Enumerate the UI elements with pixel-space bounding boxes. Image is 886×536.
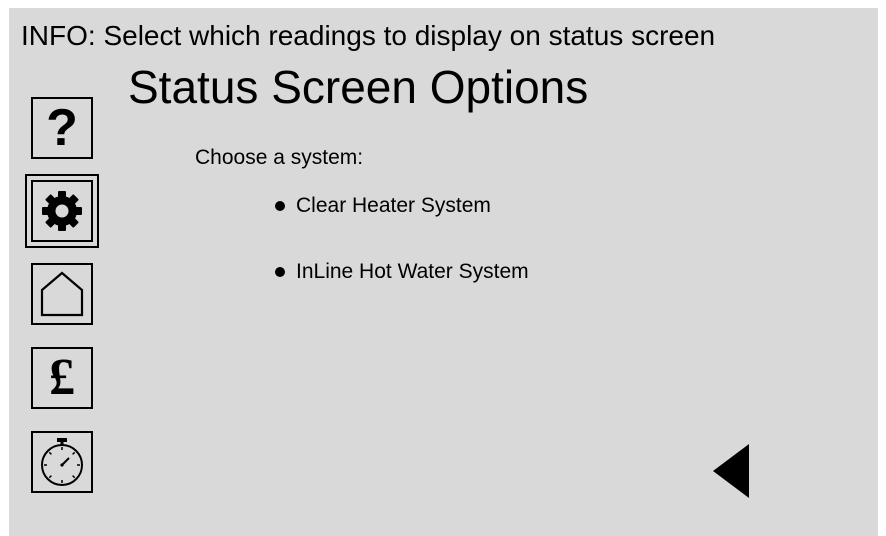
pound-icon: £	[49, 349, 75, 406]
home-button[interactable]	[31, 263, 93, 325]
help-icon: ?	[46, 99, 78, 157]
back-button[interactable]	[711, 444, 751, 498]
status-options-screen: INFO: Select which readings to display o…	[9, 8, 878, 536]
option-label: InLine Hot Water System	[296, 260, 529, 283]
cost-button[interactable]: £	[31, 347, 93, 409]
bullet-icon	[275, 201, 285, 211]
back-arrow-icon	[713, 444, 749, 498]
timer-button[interactable]	[31, 431, 93, 493]
option-inline-hot-water-system[interactable]: InLine Hot Water System	[275, 260, 529, 284]
info-message: INFO: Select which readings to display o…	[21, 20, 716, 51]
option-label: Clear Heater System	[296, 194, 491, 217]
stopwatch-icon	[41, 438, 83, 486]
option-clear-heater-system[interactable]: Clear Heater System	[275, 194, 491, 218]
system-prompt: Choose a system:	[195, 146, 364, 169]
gear-icon	[42, 191, 82, 231]
page-title: Status Screen Options	[128, 61, 589, 113]
settings-button-inner	[31, 180, 93, 242]
settings-button[interactable]	[25, 174, 99, 248]
bullet-icon	[275, 267, 285, 277]
home-icon	[40, 271, 84, 317]
help-button[interactable]: ?	[31, 97, 93, 159]
